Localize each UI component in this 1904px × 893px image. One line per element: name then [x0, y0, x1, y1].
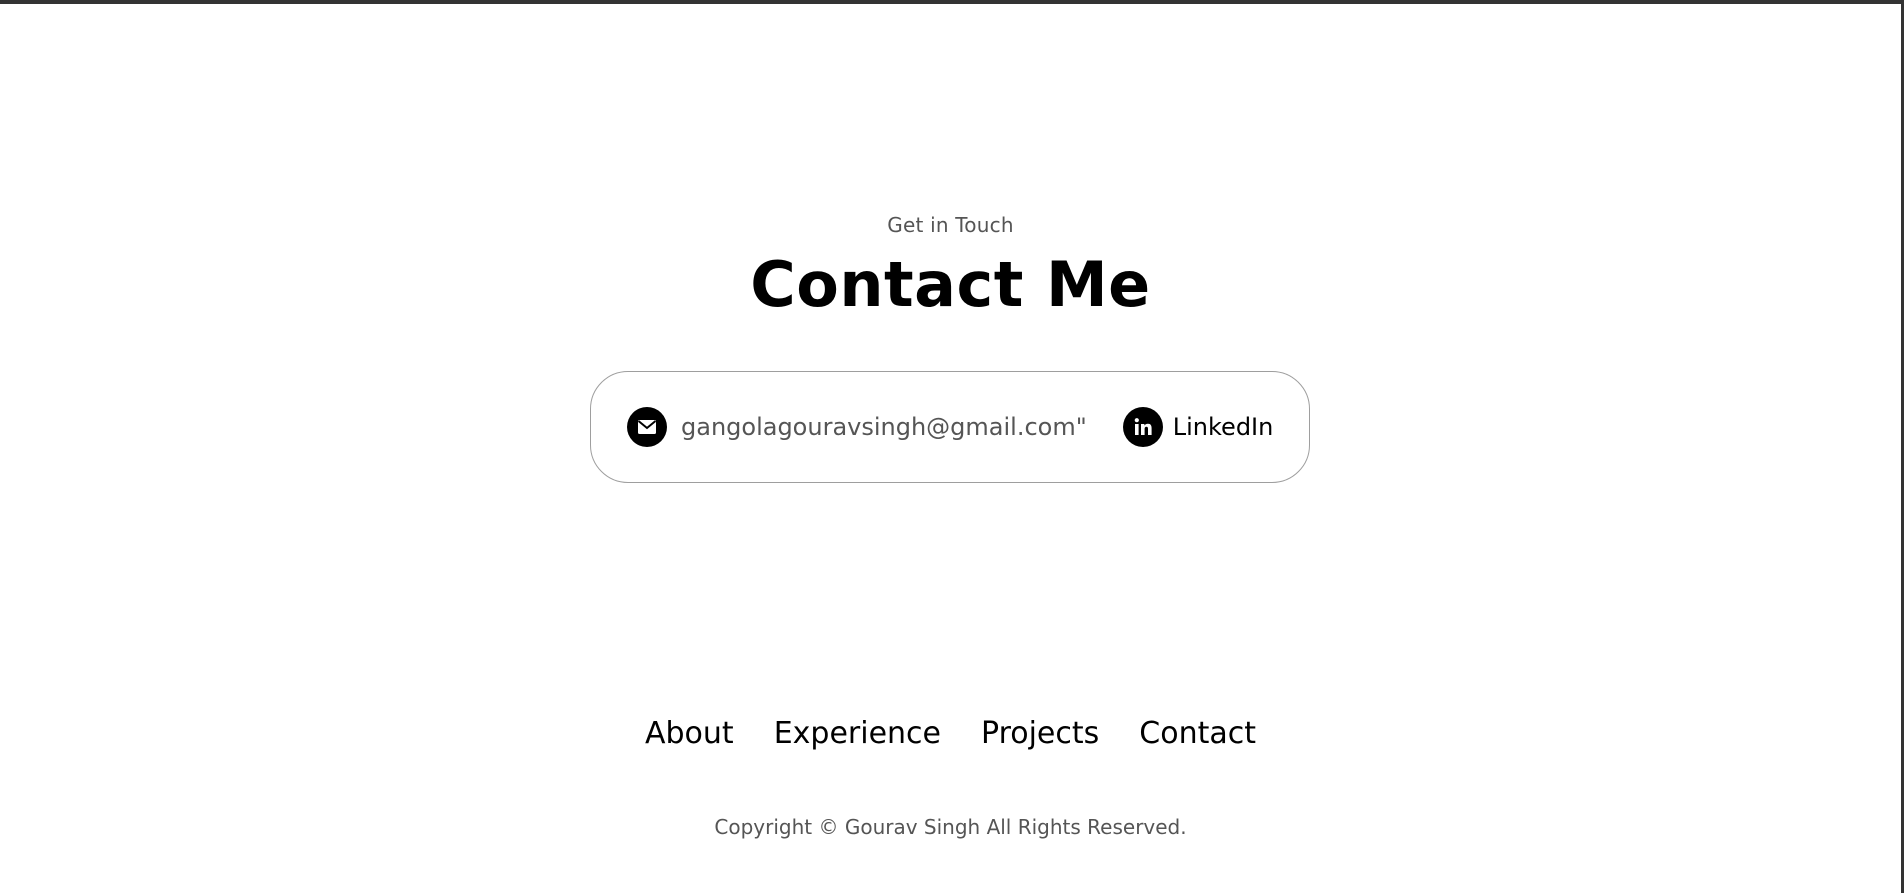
contact-info-container: gangolagouravsingh@gmail.com" LinkedIn: [590, 371, 1310, 483]
envelope-icon: [627, 407, 667, 447]
copyright-text: Copyright © Gourav Singh All Rights Rese…: [714, 815, 1187, 839]
footer-nav: About Experience Projects Contact: [0, 716, 1901, 751]
linkedin-icon: [1122, 407, 1163, 447]
linkedin-link[interactable]: LinkedIn: [1122, 407, 1274, 447]
email-link[interactable]: gangolagouravsingh@gmail.com": [627, 407, 1087, 447]
nav-link-about[interactable]: About: [645, 716, 734, 751]
nav-link-projects[interactable]: Projects: [981, 716, 1099, 751]
window-top-border: [0, 0, 1904, 4]
linkedin-label: LinkedIn: [1172, 413, 1274, 441]
nav-link-contact[interactable]: Contact: [1139, 716, 1256, 751]
section-title: Contact Me: [750, 248, 1151, 321]
nav-link-experience[interactable]: Experience: [774, 716, 941, 751]
section-subtitle: Get in Touch: [887, 213, 1014, 237]
email-address: gangolagouravsingh@gmail.com": [681, 413, 1087, 441]
